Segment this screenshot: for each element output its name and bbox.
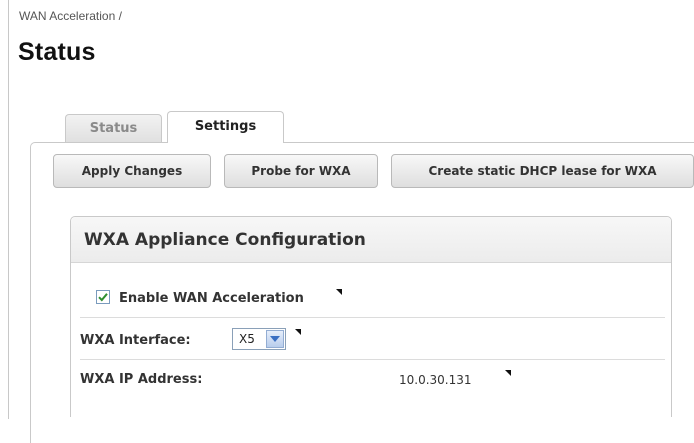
apply-changes-button[interactable]: Apply Changes <box>53 154 211 188</box>
page-title: Status <box>18 38 96 66</box>
wxa-interface-select[interactable]: X5 <box>232 328 286 350</box>
breadcrumb: WAN Acceleration / <box>19 9 122 23</box>
create-dhcp-lease-button[interactable]: Create static DHCP lease for WXA <box>391 154 694 188</box>
wxa-ip-address-value: 10.0.30.131 <box>399 373 472 387</box>
enable-wan-acceleration-label[interactable]: Enable WAN Acceleration <box>119 291 304 306</box>
enable-wan-acceleration-checkbox[interactable] <box>96 290 110 304</box>
row-divider <box>80 359 665 360</box>
tab-settings[interactable]: Settings <box>167 111 284 143</box>
wxa-interface-value: X5 <box>239 332 255 346</box>
panel-header: WXA Appliance Configuration <box>71 217 671 263</box>
panel-title: WXA Appliance Configuration <box>84 230 366 250</box>
probe-for-wxa-button[interactable]: Probe for WXA <box>224 154 378 188</box>
page-frame-border <box>8 0 9 419</box>
chevron-down-icon[interactable] <box>266 330 284 348</box>
wxa-ip-address-label: WXA IP Address: <box>80 372 203 387</box>
checkmark-icon <box>98 293 108 302</box>
tab-status[interactable]: Status <box>65 114 162 142</box>
row-divider <box>80 317 665 318</box>
wxa-interface-label: WXA Interface: <box>80 333 191 348</box>
